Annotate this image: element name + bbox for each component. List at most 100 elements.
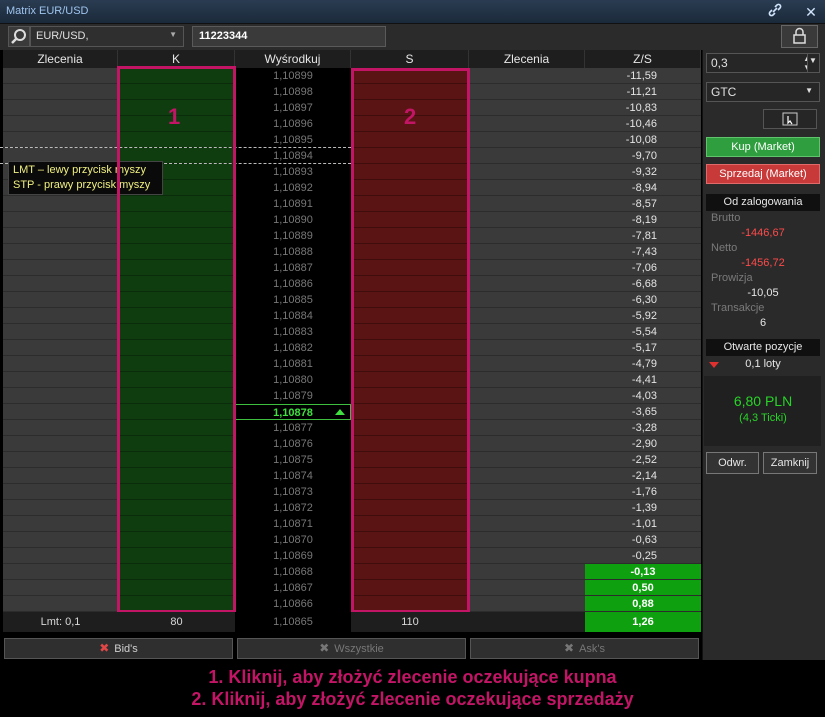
orders-left-cell[interactable]: [3, 564, 118, 580]
orders-left-cell[interactable]: [3, 68, 118, 84]
close-position-button[interactable]: Zamknij: [763, 452, 817, 474]
buy-zone-frame[interactable]: [117, 66, 236, 613]
tab-asks[interactable]: ✖ Ask's: [470, 638, 699, 659]
orders-right-cell[interactable]: [469, 196, 585, 212]
orders-right-cell[interactable]: [469, 356, 585, 372]
orders-left-cell[interactable]: [3, 452, 118, 468]
orders-right-cell[interactable]: [469, 548, 585, 564]
orders-left-cell[interactable]: [3, 244, 118, 260]
orders-left-cell[interactable]: [3, 276, 118, 292]
pl-cell: -3,65: [585, 404, 701, 420]
orders-left-cell[interactable]: [3, 196, 118, 212]
pl-cell: -0,63: [585, 532, 701, 548]
orders-left-cell[interactable]: [3, 372, 118, 388]
orders-right-cell[interactable]: [469, 228, 585, 244]
header-center-button[interactable]: Wyśrodkuj: [235, 50, 351, 68]
orders-left-cell[interactable]: [3, 260, 118, 276]
orders-right-cell[interactable]: [469, 180, 585, 196]
orders-right-cell[interactable]: [469, 372, 585, 388]
close-icon[interactable]: ✕: [802, 3, 820, 21]
orders-right-cell[interactable]: [469, 276, 585, 292]
orders-right-cell[interactable]: [469, 500, 585, 516]
orders-right-cell[interactable]: [469, 68, 585, 84]
pl-cell: -4,03: [585, 388, 701, 404]
orders-left-cell[interactable]: [3, 484, 118, 500]
orders-left-cell[interactable]: [3, 340, 118, 356]
orders-left-cell[interactable]: [3, 516, 118, 532]
account-field[interactable]: 11223344: [192, 26, 386, 47]
pl-cell: -8,19: [585, 212, 701, 228]
orders-left-cell[interactable]: [3, 132, 118, 148]
orders-right-cell[interactable]: [469, 100, 585, 116]
quantity-stepper[interactable]: 0,3 ▲▼: [706, 53, 816, 73]
orders-right-cell[interactable]: [469, 84, 585, 100]
orders-right-cell[interactable]: [469, 388, 585, 404]
price-cell: 1,10891: [235, 196, 351, 212]
orders-left-cell[interactable]: [3, 324, 118, 340]
lock-button[interactable]: [781, 25, 818, 48]
orders-right-cell[interactable]: [469, 404, 585, 420]
price-cell: 1,10869: [235, 548, 351, 564]
symbol-select[interactable]: EUR/USD, ▼: [30, 26, 184, 47]
orders-left-cell[interactable]: [3, 580, 118, 596]
orders-right-cell[interactable]: [469, 324, 585, 340]
position-pl: 6,80 PLN: [733, 393, 793, 409]
orders-right-cell[interactable]: [469, 244, 585, 260]
orders-right-cell[interactable]: [469, 340, 585, 356]
pl-cell: -9,70: [585, 148, 701, 164]
orders-left-cell[interactable]: [3, 500, 118, 516]
orders-right-cell[interactable]: [469, 436, 585, 452]
orders-left-cell[interactable]: [3, 84, 118, 100]
orders-right-cell[interactable]: [469, 132, 585, 148]
sell-market-button[interactable]: Sprzedaj (Market): [706, 164, 820, 184]
quantity-dropdown[interactable]: ▼: [807, 53, 820, 73]
orders-right-cell[interactable]: [469, 596, 585, 612]
orders-left-cell[interactable]: [3, 116, 118, 132]
tif-select[interactable]: GTC ▼: [706, 82, 820, 102]
target-button[interactable]: [763, 109, 817, 129]
buy-market-button[interactable]: Kup (Market): [706, 137, 820, 157]
orders-left-cell[interactable]: [3, 548, 118, 564]
orders-left-cell[interactable]: [3, 404, 118, 420]
orders-right-cell[interactable]: [469, 260, 585, 276]
orders-right-cell[interactable]: [469, 532, 585, 548]
reverse-button[interactable]: Odwr.: [706, 452, 759, 474]
orders-right-cell[interactable]: [469, 580, 585, 596]
tab-all[interactable]: ✖ Wszystkie: [237, 638, 466, 659]
header-s: S: [351, 50, 469, 68]
link-icon[interactable]: [766, 3, 784, 21]
orders-right-cell[interactable]: [469, 308, 585, 324]
orders-left-cell[interactable]: [3, 388, 118, 404]
orders-right-cell[interactable]: [469, 452, 585, 468]
tab-bids[interactable]: ✖ Bid's: [4, 638, 233, 659]
footer-lmt: Lmt: 0,1: [3, 612, 118, 632]
orders-left-cell[interactable]: [3, 356, 118, 372]
orders-left-cell[interactable]: [3, 436, 118, 452]
orders-left-cell[interactable]: [3, 308, 118, 324]
orders-right-cell[interactable]: [469, 148, 585, 164]
orders-left-cell[interactable]: [3, 532, 118, 548]
orders-right-cell[interactable]: [469, 164, 585, 180]
price-cell: 1,10882: [235, 340, 351, 356]
orders-left-cell[interactable]: [3, 212, 118, 228]
orders-right-cell[interactable]: [469, 420, 585, 436]
orders-left-cell[interactable]: [3, 420, 118, 436]
orders-left-cell[interactable]: [3, 292, 118, 308]
orders-right-cell[interactable]: [469, 468, 585, 484]
pl-cell: -4,41: [585, 372, 701, 388]
search-button[interactable]: [8, 26, 30, 47]
orders-right-cell[interactable]: [469, 116, 585, 132]
footer-k-total: 80: [118, 612, 235, 632]
orders-right-cell[interactable]: [469, 212, 585, 228]
orders-right-cell[interactable]: [469, 564, 585, 580]
prowizja-label: Prowizja: [711, 272, 753, 284]
pl-cell: -10,83: [585, 100, 701, 116]
sell-zone-frame[interactable]: [351, 68, 470, 613]
orders-right-cell[interactable]: [469, 516, 585, 532]
orders-left-cell[interactable]: [3, 100, 118, 116]
orders-right-cell[interactable]: [469, 292, 585, 308]
orders-right-cell[interactable]: [469, 484, 585, 500]
orders-left-cell[interactable]: [3, 468, 118, 484]
orders-left-cell[interactable]: [3, 228, 118, 244]
orders-left-cell[interactable]: [3, 596, 118, 612]
